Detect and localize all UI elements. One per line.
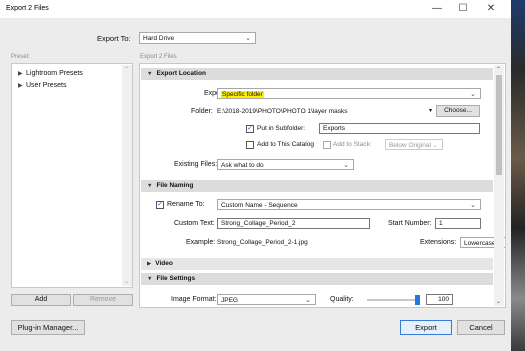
chevron-down-icon: ⌄ xyxy=(496,299,502,305)
custom-text-label: Custom Text: xyxy=(174,220,215,227)
image-format-value: JPEG xyxy=(221,297,238,304)
chevron-down-icon: ⌄ xyxy=(470,91,476,98)
chevron-up-icon: ⌃ xyxy=(496,67,502,73)
add-to-catalog-checkbox[interactable] xyxy=(246,141,254,149)
quality-input[interactable]: 100 xyxy=(426,294,453,305)
chevron-down-icon: ⌄ xyxy=(245,35,251,42)
image-format-label: Image Format: xyxy=(171,296,217,303)
quality-slider-track[interactable] xyxy=(367,299,419,301)
preset-scrollbar[interactable]: ⌃ ⌄ xyxy=(122,65,132,286)
chevron-down-icon: ⌄ xyxy=(305,297,311,304)
preset-label: Preset: xyxy=(11,54,31,60)
folder-path: E:\2018-2019\PHOTO\PHOTO 1\layer masks xyxy=(217,108,348,115)
rename-to-checkbox[interactable]: ✓ xyxy=(156,201,164,209)
minimize-button[interactable]: — xyxy=(426,2,448,16)
section-file-naming[interactable]: ▼ File Naming xyxy=(141,180,493,192)
export-to-label: Export To: xyxy=(97,34,131,43)
preset-item-label: Lightroom Presets xyxy=(26,70,83,77)
plugin-manager-button[interactable]: Plug-in Manager... xyxy=(11,320,85,335)
custom-text-input[interactable]: Strong_Collage_Period_2 xyxy=(217,218,370,229)
add-preset-button[interactable]: Add xyxy=(11,294,71,306)
example-value: Strong_Collage_Period_2-1.jpg xyxy=(217,239,308,246)
window-title: Export 2 Files xyxy=(6,5,49,12)
quality-value: 100 xyxy=(438,296,449,303)
image-format-select[interactable]: JPEG ⌄ xyxy=(217,294,316,305)
section-title: Export Location xyxy=(156,70,206,77)
section-export-location[interactable]: ▼ Export Location xyxy=(141,68,493,80)
export-button[interactable]: Export xyxy=(400,320,452,335)
maximize-button[interactable]: ☐ xyxy=(452,2,474,16)
custom-text-value: Strong_Collage_Period_2 xyxy=(221,220,296,227)
triangle-right-icon: ▶ xyxy=(147,261,152,267)
export-location-value: Specific folder xyxy=(221,91,264,98)
add-to-stack-select[interactable]: Below Original ⌄ xyxy=(385,139,443,150)
section-title: Video xyxy=(155,260,173,267)
breadcrumb: Export 2 Files xyxy=(140,54,177,60)
chevron-down-icon: ⌄ xyxy=(470,202,476,209)
start-number-input[interactable]: 1 xyxy=(435,218,481,229)
title-bar: Export 2 Files — ☐ ✕ xyxy=(0,0,511,18)
folder-label: Folder: xyxy=(191,108,213,115)
export-dialog: Export 2 Files — ☐ ✕ Export To: Hard Dri… xyxy=(0,0,512,351)
subfolder-input[interactable]: Exports xyxy=(319,123,480,134)
rename-to-value: Custom Name - Sequence xyxy=(221,202,298,209)
export-to-select[interactable]: Hard Drive ⌄ xyxy=(139,32,256,44)
chevron-down-icon: ⌄ xyxy=(124,279,130,285)
triangle-down-icon: ▼ xyxy=(147,71,153,77)
add-to-stack-value: Below Original xyxy=(389,142,431,149)
background-photo-strip xyxy=(511,0,525,351)
cancel-button[interactable]: Cancel xyxy=(457,320,505,335)
export-location-select[interactable]: Specific folder ⌄ xyxy=(217,88,481,99)
quality-label: Quality: xyxy=(330,296,354,303)
start-number-label: Start Number: xyxy=(388,220,432,227)
settings-scrollbar[interactable]: ⌃ ⌄ xyxy=(494,65,504,306)
chevron-up-icon: ⌃ xyxy=(124,67,130,73)
preset-item-label: User Presets xyxy=(26,82,67,89)
close-button[interactable]: ✕ xyxy=(480,2,502,16)
example-label: Example: xyxy=(186,239,216,246)
triangle-right-icon: ▶ xyxy=(18,83,23,89)
start-number-value: 1 xyxy=(439,220,443,227)
triangle-right-icon: ▶ xyxy=(18,71,23,77)
subfolder-value: Exports xyxy=(323,125,346,132)
rename-to-select[interactable]: Custom Name - Sequence ⌄ xyxy=(217,199,481,210)
triangle-down-icon: ▼ xyxy=(147,183,153,189)
existing-files-select[interactable]: Ask what to do ⌄ xyxy=(217,159,354,170)
add-to-stack-checkbox[interactable] xyxy=(323,141,331,149)
put-in-subfolder-checkbox[interactable]: ✓ xyxy=(246,125,254,133)
section-file-settings[interactable]: ▼ File Settings xyxy=(141,273,493,285)
put-in-subfolder-label: Put in Subfolder: xyxy=(257,125,306,132)
add-to-catalog-label: Add to This Catalog xyxy=(257,141,314,148)
section-title: File Settings xyxy=(156,275,196,282)
section-video[interactable]: ▶ Video xyxy=(141,258,493,270)
choose-folder-button[interactable]: Choose... xyxy=(436,105,480,117)
scrollbar-thumb[interactable] xyxy=(496,75,502,175)
preset-item-user[interactable]: ▶ User Presets xyxy=(18,82,66,89)
chevron-down-icon: ⌄ xyxy=(343,162,349,169)
rename-to-label: Rename To: xyxy=(167,201,205,208)
add-to-stack-label: Add to Stack: xyxy=(333,141,372,148)
section-title: File Naming xyxy=(156,182,194,189)
export-to-value: Hard Drive xyxy=(143,35,175,42)
extensions-label: Extensions: xyxy=(420,239,457,246)
quality-slider-thumb[interactable] xyxy=(415,295,420,305)
extensions-value: Lowercase xyxy=(464,240,496,247)
remove-preset-button[interactable]: Remove xyxy=(73,294,133,306)
preset-item-lightroom[interactable]: ▶ Lightroom Presets xyxy=(18,70,83,77)
folder-dropdown-icon[interactable]: ▾ xyxy=(429,107,432,114)
triangle-down-icon: ▼ xyxy=(147,276,153,282)
export-settings-panel: ▼Export Location Export To: Specific fol… xyxy=(139,63,506,308)
existing-files-label: Existing Files: xyxy=(174,161,218,168)
chevron-down-icon: ⌄ xyxy=(432,142,438,149)
existing-files-value: Ask what to do xyxy=(221,162,264,169)
preset-list: ▶ Lightroom Presets ▶ User Presets ⌃ ⌄ xyxy=(11,63,133,288)
